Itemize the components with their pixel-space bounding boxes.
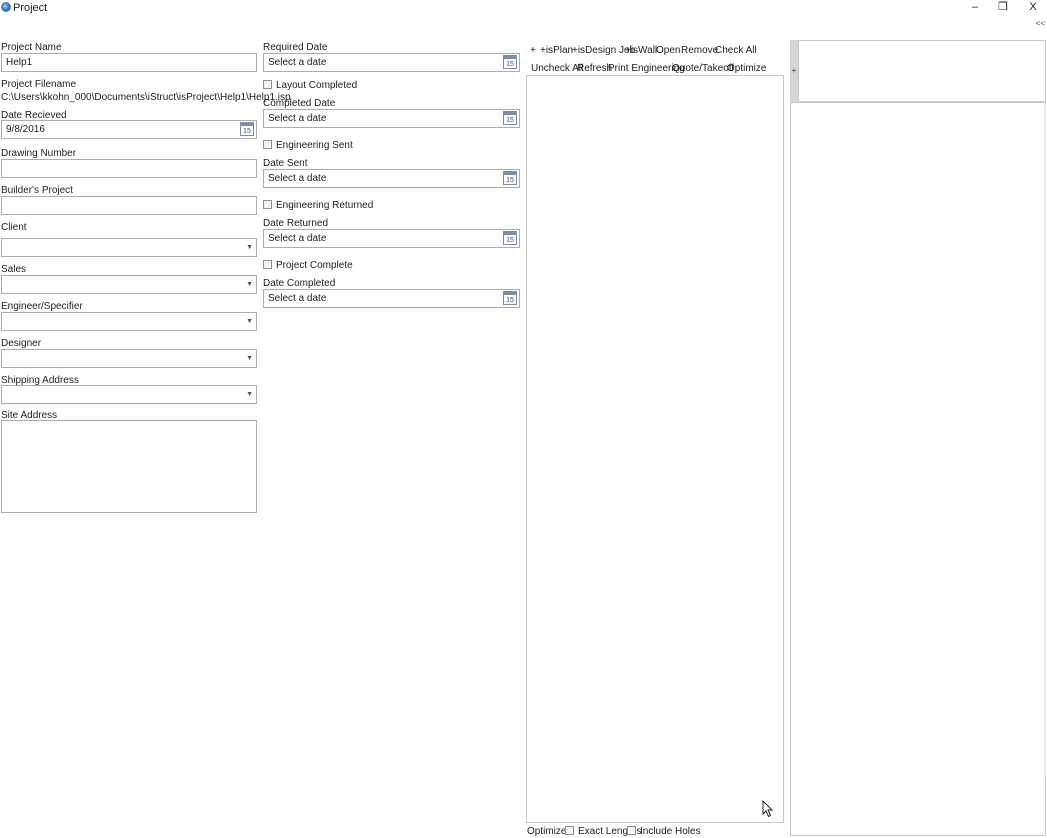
project-filename-value: C:\Users\kkohn_000\Documents\iStruct\isP… xyxy=(1,92,291,103)
drawing-number-label: Drawing Number xyxy=(1,148,77,159)
checkbox-box[interactable] xyxy=(565,826,574,835)
right-top-panel xyxy=(798,40,1046,102)
include-holes-checkbox[interactable]: Include Holes xyxy=(627,826,701,837)
builders-project-input[interactable] xyxy=(1,196,257,215)
right-panel-scrollbar[interactable] xyxy=(1044,102,1046,777)
uncheck-all-button[interactable]: Uncheck All xyxy=(531,63,583,74)
required-date-picker[interactable]: Select a date 15 xyxy=(263,53,520,72)
chevron-down-icon[interactable]: ▼ xyxy=(246,313,253,331)
add-isplan-button[interactable]: +isPlan xyxy=(540,45,573,56)
engineering-returned-label: Engineering Returned xyxy=(276,200,374,211)
calendar-icon[interactable]: 15 xyxy=(503,291,517,305)
open-button[interactable]: Open xyxy=(656,45,680,56)
client-label: Client xyxy=(1,222,27,233)
collapse-panel-button[interactable]: << xyxy=(1036,19,1045,28)
checkbox-box[interactable] xyxy=(263,80,272,89)
client-combo[interactable]: ▼ xyxy=(1,238,257,257)
project-name-input[interactable]: Help1 xyxy=(1,53,257,72)
date-sent-picker[interactable]: Select a date 15 xyxy=(263,169,520,188)
check-all-button[interactable]: Check All xyxy=(715,45,757,56)
checkbox-box[interactable] xyxy=(263,140,272,149)
calendar-icon[interactable]: 15 xyxy=(503,231,517,245)
chevron-down-icon[interactable]: ▼ xyxy=(246,386,253,404)
engineering-sent-checkbox[interactable]: Engineering Sent xyxy=(263,140,353,151)
date-received-value: 9/8/2016 xyxy=(6,124,45,135)
completed-date-picker[interactable]: Select a date 15 xyxy=(263,109,520,128)
date-returned-picker[interactable]: Select a date 15 xyxy=(263,229,520,248)
mouse-cursor-icon xyxy=(762,800,774,818)
layout-completed-label: Layout Completed xyxy=(276,80,358,91)
chevron-down-icon[interactable]: ▼ xyxy=(246,276,253,294)
engineer-combo[interactable]: ▼ xyxy=(1,312,257,331)
panel-splitter[interactable]: + xyxy=(790,40,798,102)
app-icon xyxy=(1,2,11,12)
add-button[interactable]: + xyxy=(530,45,536,56)
calendar-icon[interactable]: 15 xyxy=(240,122,254,136)
completed-date-label: Completed Date xyxy=(263,98,336,109)
minimize-button[interactable]: – xyxy=(965,0,985,14)
chevron-down-icon[interactable]: ▼ xyxy=(246,239,253,257)
date-completed-picker[interactable]: Select a date 15 xyxy=(263,289,520,308)
designer-label: Designer xyxy=(1,338,42,349)
builders-project-label: Builder's Project xyxy=(1,185,73,196)
add-iswall-button[interactable]: +isWall xyxy=(625,45,657,56)
date-returned-label: Date Returned xyxy=(263,218,329,229)
calendar-icon[interactable]: 15 xyxy=(503,111,517,125)
designer-combo[interactable]: ▼ xyxy=(1,349,257,368)
job-list-panel[interactable] xyxy=(526,75,784,823)
optimizer-label: Optimizer xyxy=(527,826,570,837)
date-received-picker[interactable]: 9/8/2016 15 xyxy=(1,120,257,139)
checkbox-box[interactable] xyxy=(263,260,272,269)
date-completed-value: Select a date xyxy=(268,293,327,304)
date-sent-value: Select a date xyxy=(268,173,327,184)
shipping-address-combo[interactable]: ▼ xyxy=(1,385,257,404)
required-date-label: Required Date xyxy=(263,42,328,53)
project-complete-label: Project Complete xyxy=(276,260,353,271)
restore-button[interactable]: ❐ xyxy=(993,0,1013,14)
project-name-label: Project Name xyxy=(1,42,62,53)
engineering-sent-label: Engineering Sent xyxy=(276,140,353,151)
engineer-label: Engineer/Specifier xyxy=(1,301,83,312)
date-returned-value: Select a date xyxy=(268,233,327,244)
quote-takeoff-button[interactable]: Quote/Takeoff xyxy=(672,63,734,74)
calendar-icon[interactable]: 15 xyxy=(503,171,517,185)
include-holes-label: Include Holes xyxy=(640,826,701,837)
project-complete-checkbox[interactable]: Project Complete xyxy=(263,260,353,271)
engineering-returned-checkbox[interactable]: Engineering Returned xyxy=(263,200,373,211)
layout-completed-checkbox[interactable]: Layout Completed xyxy=(263,80,357,91)
sales-label: Sales xyxy=(1,264,27,275)
remove-button[interactable]: Remove xyxy=(681,45,718,56)
optimize-button[interactable]: Optimize xyxy=(727,63,766,74)
site-address-textarea[interactable] xyxy=(1,420,257,513)
checkbox-box[interactable] xyxy=(263,200,272,209)
completed-date-value: Select a date xyxy=(268,113,327,124)
checkbox-box[interactable] xyxy=(627,826,636,835)
date-completed-label: Date Completed xyxy=(263,278,336,289)
date-sent-label: Date Sent xyxy=(263,158,308,169)
expand-button[interactable]: + xyxy=(790,66,798,75)
close-button[interactable]: X xyxy=(1023,0,1043,14)
refresh-button[interactable]: Refresh xyxy=(577,63,612,74)
chevron-down-icon[interactable]: ▼ xyxy=(246,350,253,368)
project-filename-label: Project Filename xyxy=(1,79,77,90)
sales-combo[interactable]: ▼ xyxy=(1,275,257,294)
required-date-value: Select a date xyxy=(268,57,327,68)
window-title: Project xyxy=(13,2,48,14)
drawing-number-input[interactable] xyxy=(1,159,257,178)
calendar-icon[interactable]: 15 xyxy=(503,55,517,69)
right-detail-panel xyxy=(790,102,1046,836)
